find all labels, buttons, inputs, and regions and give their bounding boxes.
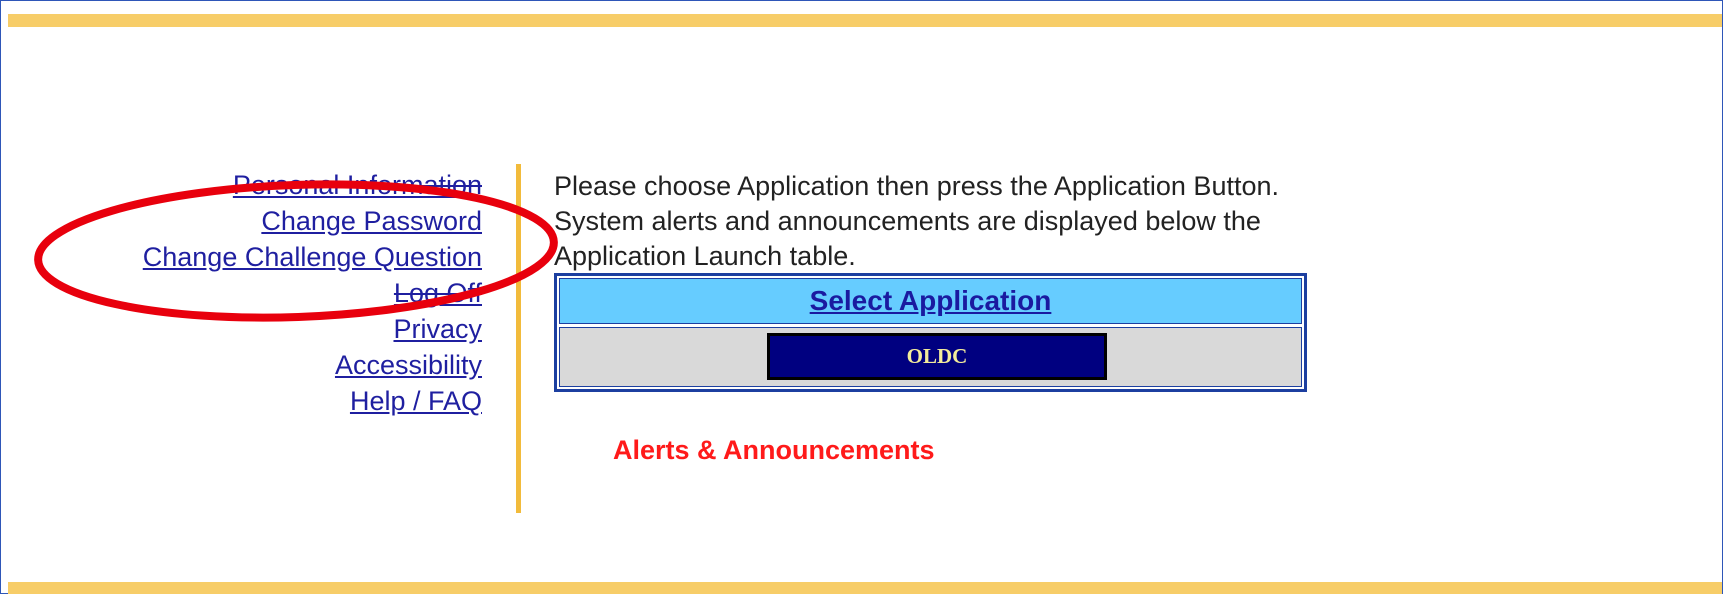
top-band bbox=[8, 14, 1722, 27]
nav-change-challenge-question-link[interactable]: Change Challenge Question bbox=[143, 239, 482, 275]
nav-change-password-link[interactable]: Change Password bbox=[143, 203, 482, 239]
alerts-announcements-heading: Alerts & Announcements bbox=[613, 435, 935, 465]
nav-accessibility-link[interactable]: Accessibility bbox=[143, 347, 482, 383]
instructions-line-3: Application Launch table. bbox=[554, 241, 856, 271]
nav-privacy-link[interactable]: Privacy bbox=[143, 311, 482, 347]
instructions-line-2: System alerts and announcements are disp… bbox=[554, 206, 1261, 236]
nav-log-off-link[interactable]: Log Off bbox=[143, 275, 482, 311]
nav-personal-information-link[interactable]: Personal Information bbox=[143, 167, 482, 203]
select-application-header[interactable]: Select Application bbox=[559, 278, 1302, 324]
nav-help-faq-link[interactable]: Help / FAQ bbox=[143, 383, 482, 419]
account-nav: Personal Information Change Password Cha… bbox=[143, 167, 482, 419]
instructions-line-1: Please choose Application then press the… bbox=[554, 171, 1279, 201]
instructions-text: Please choose Application then press the… bbox=[554, 169, 1454, 274]
vertical-divider bbox=[516, 164, 521, 513]
bottom-band bbox=[8, 582, 1722, 594]
application-launch-table: Select Application OLDC bbox=[554, 273, 1307, 392]
oldc-application-button[interactable]: OLDC bbox=[767, 333, 1107, 380]
page-frame: Personal Information Change Password Cha… bbox=[0, 0, 1723, 594]
application-row: OLDC bbox=[559, 327, 1302, 387]
